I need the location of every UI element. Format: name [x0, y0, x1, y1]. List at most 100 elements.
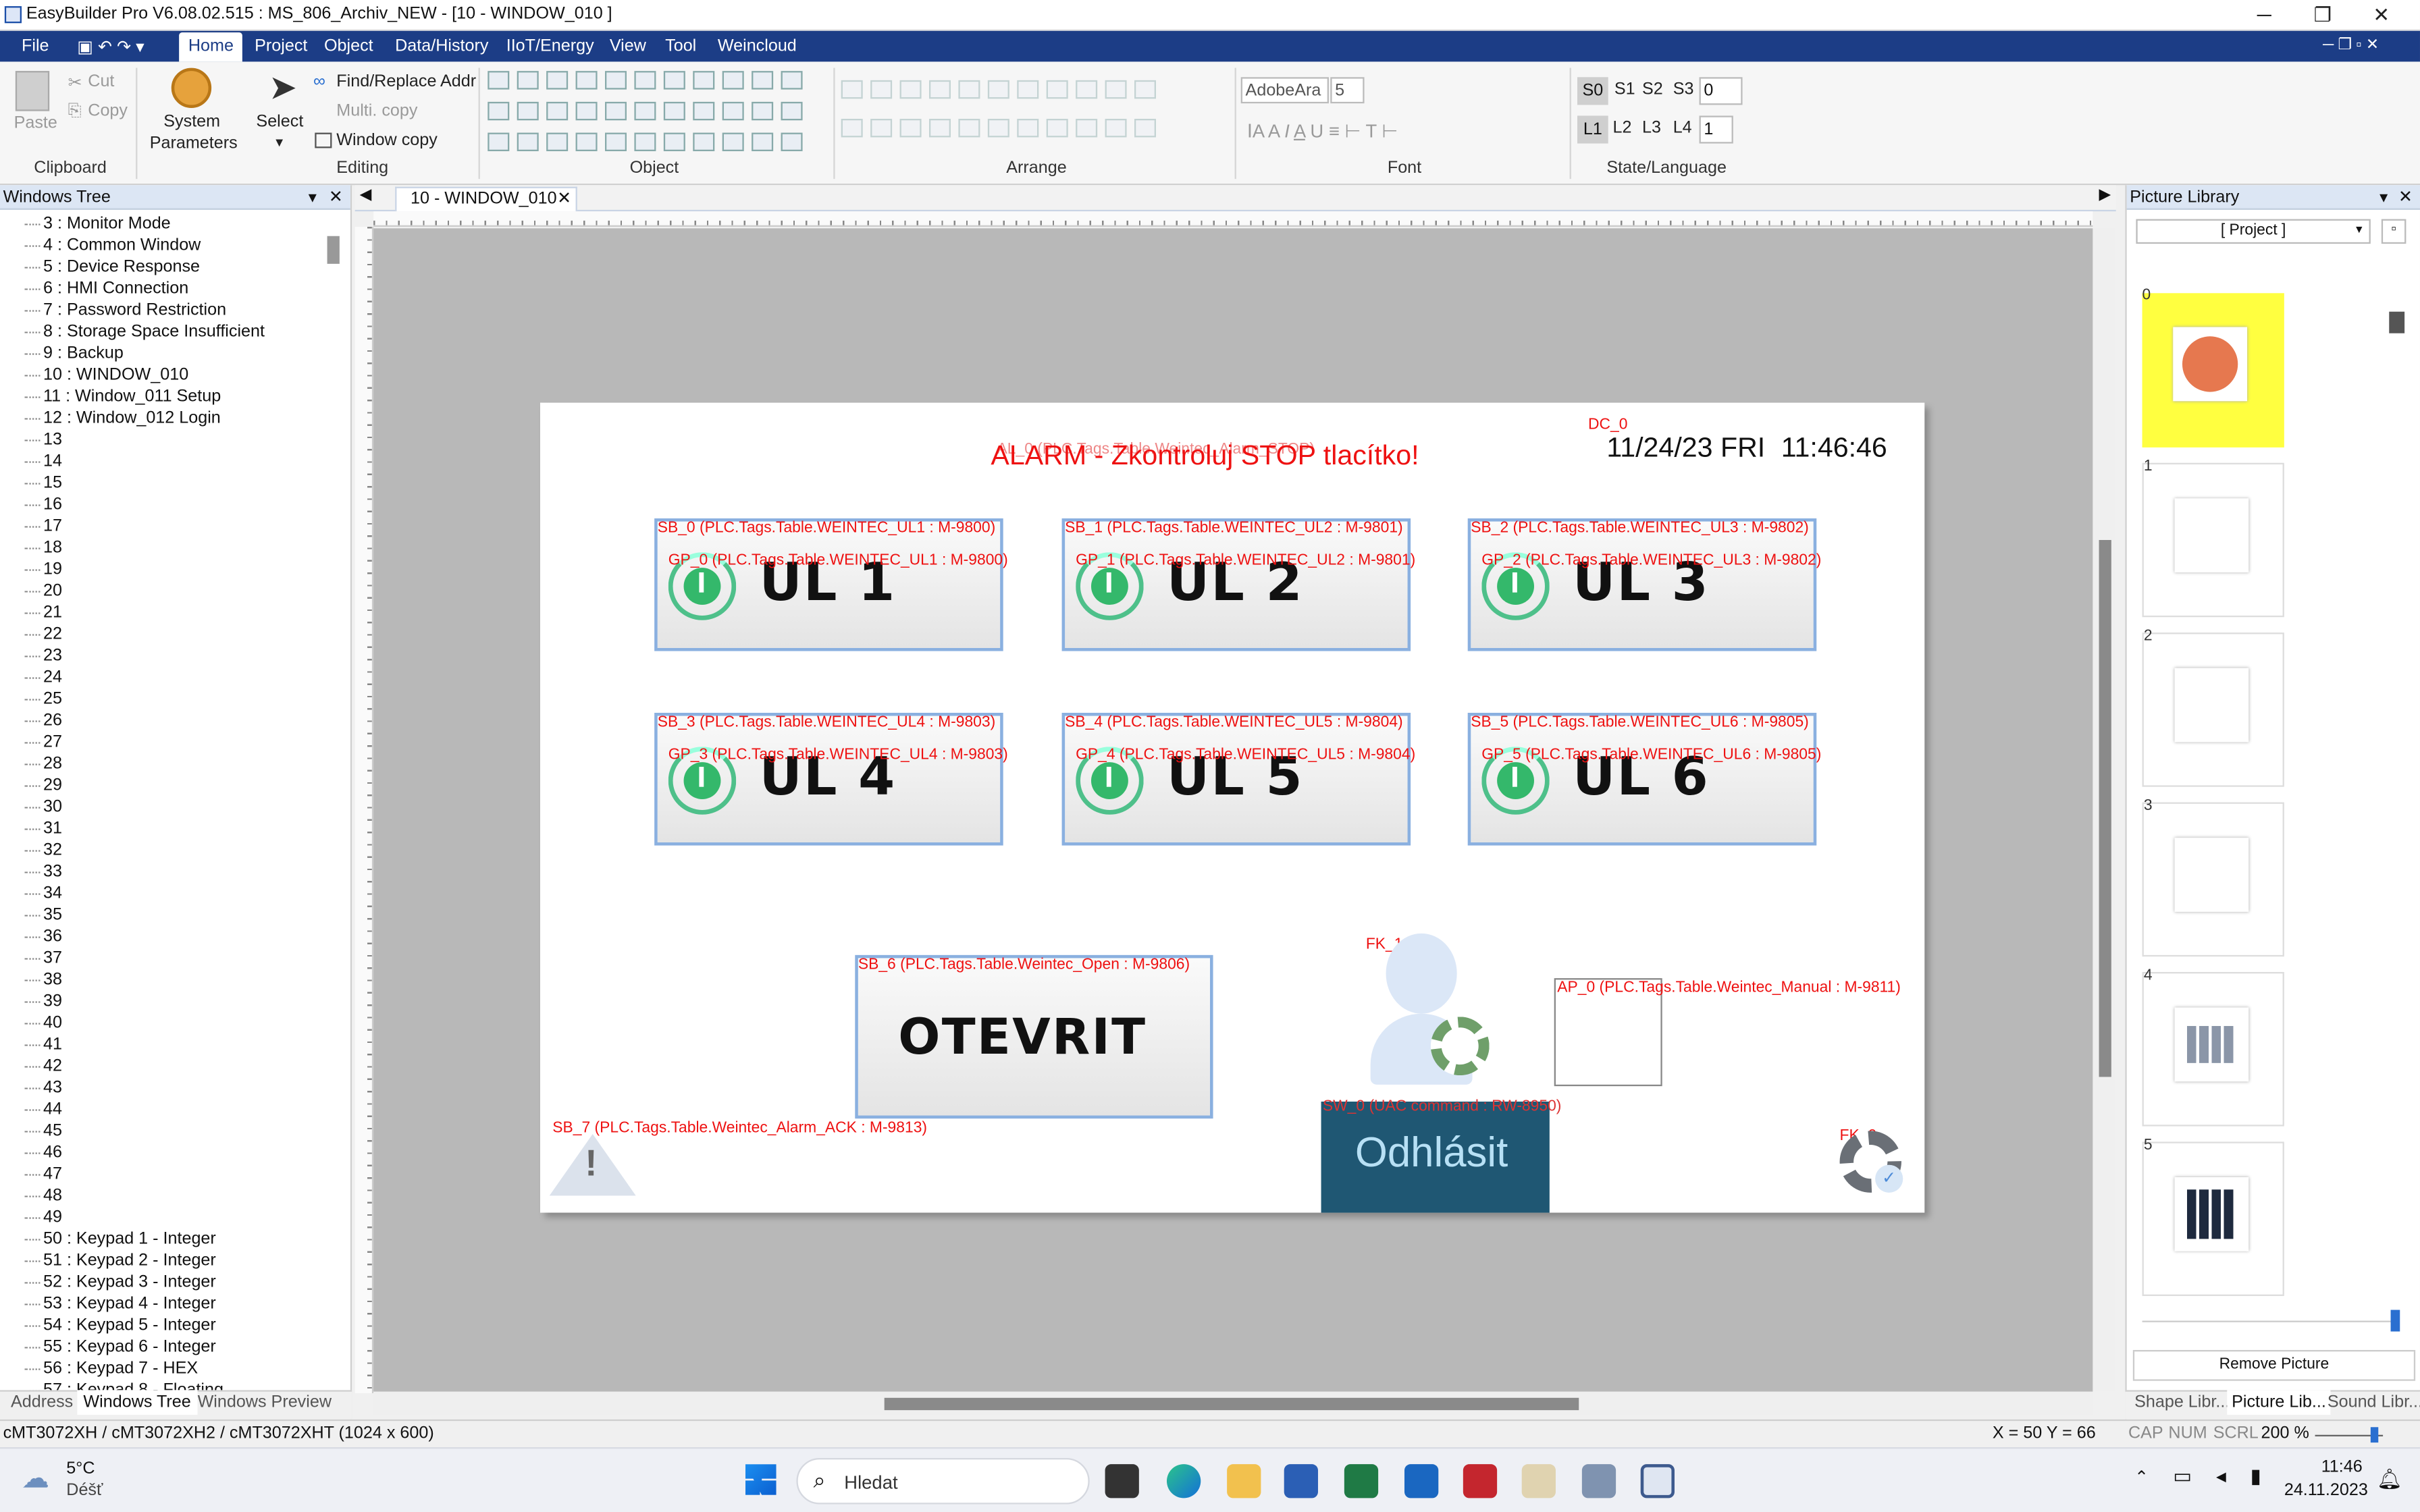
tree-item[interactable]: 15: [24, 472, 62, 493]
vscroll-thumb[interactable]: [2099, 539, 2111, 1077]
cut-button[interactable]: Cut: [88, 72, 114, 90]
tab-picture-library[interactable]: Picture Lib...: [2227, 1390, 2331, 1415]
tree-item[interactable]: 4 : Common Window: [24, 234, 201, 256]
picture-thumbnail[interactable]: 3: [2142, 798, 2284, 957]
find-replace-button[interactable]: Find/Replace Addr: [336, 72, 476, 90]
close-button[interactable]: ✕: [2355, 0, 2408, 31]
tree-item[interactable]: 36: [24, 925, 62, 947]
window-copy-button[interactable]: Window copy: [336, 131, 438, 149]
tree-item[interactable]: 18: [24, 537, 62, 558]
parameters-label[interactable]: Parameters: [150, 134, 238, 153]
tray-system-icons[interactable]: ▭ ◂ ▮: [2173, 1464, 2270, 1489]
library-settings-icon[interactable]: ▫: [2381, 219, 2406, 244]
tree-item[interactable]: 28: [24, 753, 62, 774]
utility-app-icon[interactable]: [1521, 1464, 1556, 1498]
library-slider-thumb[interactable]: [2390, 1310, 2400, 1332]
zoom-slider-thumb[interactable]: [2370, 1427, 2379, 1443]
panel-close-icon[interactable]: ✕: [329, 185, 343, 210]
tree-item[interactable]: 55 : Keypad 6 - Integer: [24, 1336, 216, 1357]
panel-dropdown-icon[interactable]: ▼: [2377, 185, 2390, 210]
tree-item[interactable]: 20: [24, 580, 62, 601]
tree-item[interactable]: 34: [24, 882, 62, 904]
tab-sound-library[interactable]: Sound Libr...: [2327, 1393, 2420, 1411]
tree-item[interactable]: 27: [24, 731, 62, 753]
tree-item[interactable]: 46: [24, 1141, 62, 1163]
library-source-select[interactable]: [ Project ] ▼: [2136, 219, 2371, 244]
tree-item[interactable]: 11 : Window_011 Setup: [24, 385, 221, 407]
tab-scroll-left-icon[interactable]: ◀: [360, 187, 372, 204]
copy-button[interactable]: Copy: [88, 102, 128, 120]
taskbar-search-box[interactable]: ⌕ Hledat: [796, 1457, 1090, 1505]
canvas-horizontal-scrollbar[interactable]: [373, 1391, 2093, 1415]
picture-thumbnail[interactable]: 4: [2142, 967, 2284, 1127]
tree-item[interactable]: 54 : Keypad 5 - Integer: [24, 1314, 216, 1336]
tree-item[interactable]: 17: [24, 515, 62, 537]
menu-home[interactable]: Home: [179, 32, 243, 62]
line-button[interactable]: UL 1: [654, 518, 1003, 651]
excel-icon[interactable]: [1344, 1464, 1379, 1498]
user-settings-gear-icon[interactable]: [1430, 1017, 1490, 1076]
tree-item[interactable]: 38: [24, 969, 62, 990]
paste-icon[interactable]: [15, 71, 50, 111]
line-button[interactable]: UL 6: [1467, 712, 1817, 846]
task-view-icon[interactable]: [1105, 1464, 1139, 1498]
menu-iiot-energy[interactable]: IIoT/Energy: [506, 37, 594, 55]
line-button[interactable]: UL 4: [654, 712, 1003, 846]
tab-shape-library[interactable]: Shape Libr...: [2134, 1393, 2230, 1411]
word-icon[interactable]: [1284, 1464, 1318, 1498]
tree-item[interactable]: 9 : Backup: [24, 342, 124, 364]
state-s0[interactable]: S0: [1577, 77, 1608, 105]
maximize-button[interactable]: ❐: [2296, 0, 2349, 31]
file-explorer-icon[interactable]: [1227, 1464, 1261, 1498]
hscroll-thumb[interactable]: [884, 1397, 1579, 1411]
notifications-bell-icon[interactable]: 🔔︎: [2377, 1467, 2402, 1492]
pdf-reader-icon[interactable]: [1463, 1464, 1498, 1498]
tree-item[interactable]: 30: [24, 796, 62, 817]
tree-item[interactable]: 3 : Monitor Mode: [24, 213, 171, 234]
tab-scroll-right-icon[interactable]: ▶: [2099, 187, 2111, 204]
font-size-select[interactable]: 5: [1330, 77, 1365, 104]
document-tab-close-icon[interactable]: ✕: [557, 188, 571, 211]
tree-item[interactable]: 29: [24, 774, 62, 796]
state-s1[interactable]: S1: [1614, 80, 1635, 99]
cut-icon[interactable]: ✂: [68, 72, 82, 92]
picture-thumbnail[interactable]: 5: [2142, 1137, 2284, 1296]
tree-item[interactable]: 31: [24, 817, 62, 839]
tree-item[interactable]: 48: [24, 1185, 62, 1206]
state-s2[interactable]: S2: [1642, 80, 1663, 99]
tree-item[interactable]: 12 : Window_012 Login: [24, 407, 221, 429]
arrange-toolbar[interactable]: [841, 80, 1227, 150]
quick-access-toolbar[interactable]: ▣ ↶ ↷ ▾: [77, 37, 144, 57]
picture-thumbnail[interactable]: 0: [2142, 287, 2284, 448]
mdi-window-controls[interactable]: ─ ❐ ▫ ✕: [2323, 37, 2379, 54]
tree-item[interactable]: 44: [24, 1098, 62, 1120]
tree-item[interactable]: 52 : Keypad 3 - Integer: [24, 1271, 216, 1293]
language-l2[interactable]: L2: [1613, 119, 1632, 137]
select-button[interactable]: Select: [256, 113, 303, 131]
paste-button[interactable]: Paste: [14, 114, 57, 132]
state-value-spinner[interactable]: 0: [1699, 77, 1743, 105]
tree-item[interactable]: 25: [24, 688, 62, 709]
select-dropdown-icon[interactable]: ▼: [273, 136, 286, 150]
tree-item[interactable]: 7 : Password Restriction: [24, 299, 227, 321]
outlook-icon[interactable]: [1404, 1464, 1439, 1498]
line-button[interactable]: UL 5: [1061, 712, 1411, 846]
tree-item[interactable]: 5 : Device Response: [24, 256, 200, 277]
zoom-level[interactable]: 200 %: [2261, 1424, 2309, 1442]
tree-item[interactable]: 40: [24, 1012, 62, 1033]
user-head-icon[interactable]: [1386, 933, 1457, 1014]
tree-item[interactable]: 53 : Keypad 4 - Integer: [24, 1293, 216, 1314]
menu-view[interactable]: View: [610, 37, 646, 55]
tree-item[interactable]: 8 : Storage Space Insufficient: [24, 321, 265, 342]
tray-overflow-icon[interactable]: ⌃: [2134, 1467, 2149, 1487]
weather-cloud-icon[interactable]: ☁: [22, 1463, 49, 1495]
multi-copy-button[interactable]: Multi. copy: [336, 102, 417, 120]
taskbar-clock[interactable]: 11:46: [2321, 1458, 2363, 1476]
tree-item[interactable]: 26: [24, 709, 62, 731]
font-name-select[interactable]: AdobeAra: [1240, 77, 1329, 104]
menu-file[interactable]: File: [22, 37, 49, 55]
copy-icon[interactable]: ⎘: [68, 102, 82, 122]
menu-data-history[interactable]: Data/History: [395, 37, 488, 55]
window-copy-icon[interactable]: [315, 132, 332, 148]
tree-item[interactable]: 21: [24, 601, 62, 623]
